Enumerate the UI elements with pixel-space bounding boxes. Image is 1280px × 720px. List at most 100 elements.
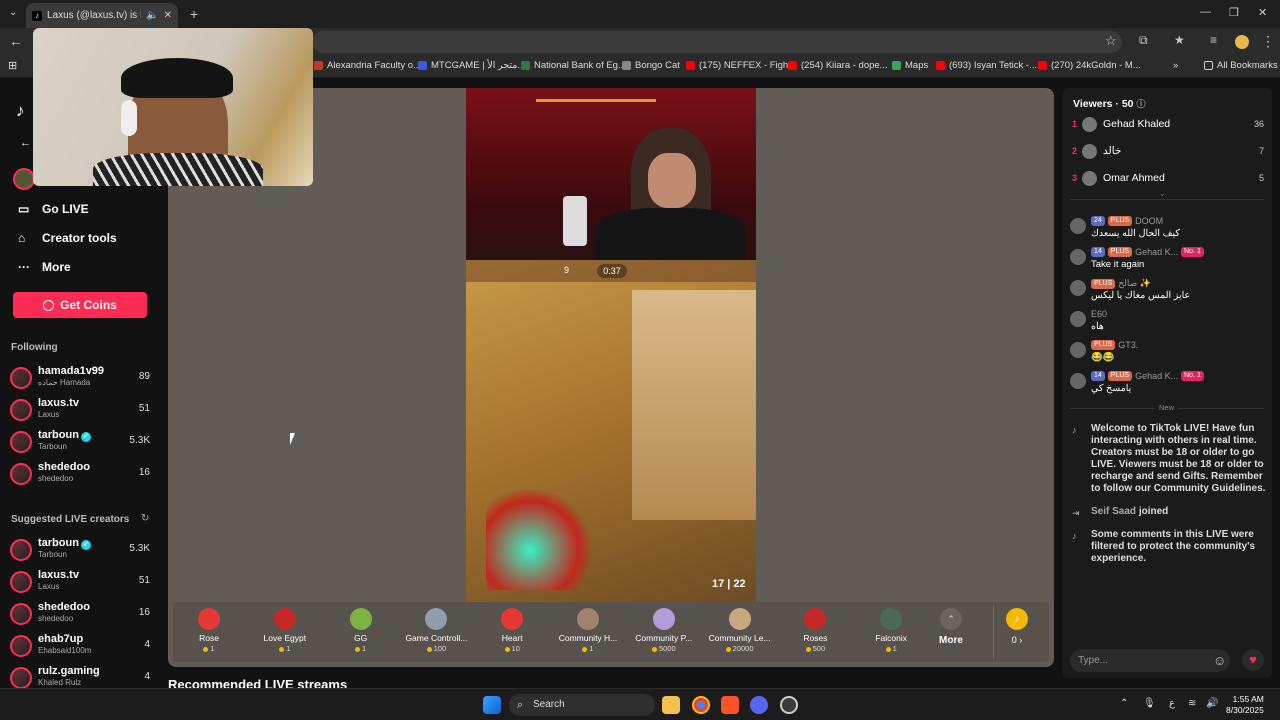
close-tab-icon[interactable]: ✕ (164, 10, 172, 21)
app-icon[interactable] (780, 696, 798, 714)
gift-more-button[interactable]: ⌃ More (915, 608, 987, 658)
live-video[interactable]: 9 0:37 17 | 22 (466, 88, 756, 602)
avatar[interactable] (1070, 373, 1086, 389)
gift-item[interactable]: Love Egypt 1 (249, 608, 321, 658)
creator-row[interactable]: tarboun ✓ Tarboun 5.3K (10, 429, 150, 457)
nav-creator-tools[interactable]: ⌂ Creator tools (18, 231, 117, 245)
avatar[interactable] (1070, 311, 1086, 327)
bookmark-star-icon[interactable]: ☆ (1105, 33, 1117, 49)
maximize-icon[interactable]: ❐ (1229, 6, 1239, 19)
discord-icon[interactable] (750, 696, 768, 714)
chat-username[interactable]: Gehad K... (1135, 247, 1178, 257)
viewer-row[interactable]: 2 خالد 7 (1072, 144, 1264, 162)
bookmark-item[interactable]: (270) 24kGoldn - M... (1038, 60, 1141, 71)
windows-start-icon[interactable] (483, 696, 501, 714)
chat-username[interactable]: DOOM (1135, 216, 1163, 226)
viewers-heading[interactable]: Viewers · 50 ⓘ (1073, 97, 1145, 110)
creator-row[interactable]: laxus.tv Laxus 51 (10, 569, 150, 597)
speaker-icon[interactable]: 🔈 (146, 10, 158, 21)
avatar (10, 463, 32, 485)
coin-balance-button[interactable]: ♪ 0 › (987, 608, 1047, 658)
bookmark-item[interactable]: Maps (892, 60, 928, 71)
bookmark-item[interactable]: Bongo Cat (622, 60, 680, 71)
chat-username[interactable]: GT3. (1118, 340, 1138, 350)
gift-item[interactable]: Heart 10 (476, 608, 548, 658)
chat-username[interactable]: Gehad K... (1135, 371, 1178, 381)
tray-overflow-icon[interactable]: ⌃ (1120, 698, 1128, 709)
creator-name: ehab7up (38, 633, 84, 645)
bookmark-item[interactable]: (693) Isyan Tetick -... (936, 60, 1037, 71)
system-clock[interactable]: 1:55 AM 8/30/2025 (1226, 694, 1264, 716)
emoji-icon[interactable]: ☺ (1213, 653, 1226, 668)
nav-go-live[interactable]: ▭ Go LIVE (18, 202, 89, 216)
creator-row[interactable]: shededoo shededoo 16 (10, 461, 150, 489)
refresh-icon[interactable]: ↻ (141, 513, 149, 524)
bookmark-item[interactable]: National Bank of Eg... (521, 60, 626, 71)
microphone-icon[interactable]: 🎙 (1143, 698, 1156, 709)
chrome-icon[interactable] (692, 696, 710, 714)
expand-viewers-icon[interactable]: ⌄ (1159, 189, 1166, 198)
bookmark-item[interactable]: MTCGAME | متجر الأ... (418, 60, 525, 71)
bookmarks-manager-icon[interactable]: ★ (1174, 33, 1185, 47)
gift-price: 100 (400, 644, 472, 653)
gift-item[interactable]: GG 1 (325, 608, 397, 658)
new-tab-button[interactable]: + (186, 6, 202, 22)
viewer-row[interactable]: 3 Omar Ahmed 5 (1072, 171, 1264, 189)
taskbar-search[interactable]: ⌕ Search (509, 694, 655, 716)
viewer-row[interactable]: 1 Gehad Khaled 36 (1072, 117, 1264, 135)
bookmark-item[interactable]: Alexandria Faculty o... (314, 60, 421, 71)
volume-icon[interactable]: 🔊 (1206, 698, 1218, 709)
creator-name: shededoo (38, 461, 90, 473)
back-icon[interactable]: ← (9, 33, 23, 49)
avatar[interactable] (1070, 218, 1086, 234)
avatar[interactable] (1070, 249, 1086, 265)
tab-list-icon[interactable]: ⌄ (9, 7, 17, 18)
heart-gift-icon[interactable]: ♥ (1242, 649, 1264, 671)
wifi-icon[interactable]: ≋ (1188, 698, 1196, 709)
collapse-arrow-icon[interactable]: ← (20, 137, 31, 149)
gift-item[interactable]: Community H... 1 (552, 608, 624, 658)
avatar (10, 431, 32, 453)
omnibox[interactable] (312, 31, 1122, 53)
avatar (1082, 117, 1097, 132)
creator-row[interactable]: tarboun ✓ Tarboun 5.3K (10, 537, 150, 565)
close-window-icon[interactable]: ✕ (1258, 6, 1267, 19)
brave-icon[interactable] (721, 696, 739, 714)
avatar[interactable] (1070, 280, 1086, 296)
active-tab[interactable]: ♪ Laxus (@laxus.tv) is LIVE - T 🔈 ✕ (26, 3, 178, 28)
tiktok-logo-icon[interactable]: ♪ (16, 101, 25, 121)
avatar[interactable] (1070, 342, 1086, 358)
gift-item[interactable]: Roses 500 (779, 608, 851, 658)
tiktok-coin-icon: ♪ (1006, 608, 1028, 630)
bookmark-item[interactable]: (175) NEFFEX - Figh... (686, 60, 796, 71)
media-control-icon[interactable]: ≡ (1210, 33, 1217, 47)
creator-row[interactable]: laxus.tv Laxus 51 (10, 397, 150, 425)
creator-name-row: rulz.gaming (38, 665, 100, 677)
chat-username[interactable]: E60 (1091, 309, 1107, 319)
get-coins-button[interactable]: Get Coins (13, 292, 147, 318)
gift-item[interactable]: Rose 1 (173, 608, 245, 658)
creator-row[interactable]: ehab7up Ehabsaid100m 4 (10, 633, 150, 661)
gift-item[interactable]: Game Controll... 100 (400, 608, 472, 658)
apps-grid-icon[interactable]: ⊞ (8, 59, 17, 72)
chat-username[interactable]: صالح ✨ (1118, 278, 1151, 289)
joined-user[interactable]: Seif Saad (1091, 506, 1136, 517)
chat-text: كيف الحال الله يسعدك (1091, 228, 1180, 239)
gift-item[interactable]: Community P... 5000 (628, 608, 700, 658)
nav-more[interactable]: ··· More (18, 260, 71, 274)
file-explorer-icon[interactable] (662, 696, 680, 714)
language-indicator[interactable]: ع (1169, 698, 1175, 709)
nav-go-live-label: Go LIVE (42, 202, 89, 216)
profile-avatar[interactable] (1235, 35, 1249, 49)
profile-avatar[interactable] (13, 168, 35, 190)
creator-row[interactable]: shededoo shededoo 16 (10, 601, 150, 629)
bookmark-item[interactable]: (254) Kiiara - dope... (788, 60, 888, 71)
chat-input[interactable]: Type... (1070, 649, 1230, 672)
bookmarks-overflow-icon[interactable]: » (1173, 60, 1178, 71)
minimize-icon[interactable]: — (1200, 6, 1211, 18)
creator-row[interactable]: hamada1v99 حماده Hamada 89 (10, 365, 150, 393)
gift-item[interactable]: Community Le... 20000 (704, 608, 776, 658)
all-bookmarks-folder[interactable]: All Bookmarks (1204, 60, 1278, 71)
extensions-icon[interactable]: ⧉ (1139, 33, 1148, 48)
menu-kebab-icon[interactable]: ⋮ (1261, 33, 1275, 50)
